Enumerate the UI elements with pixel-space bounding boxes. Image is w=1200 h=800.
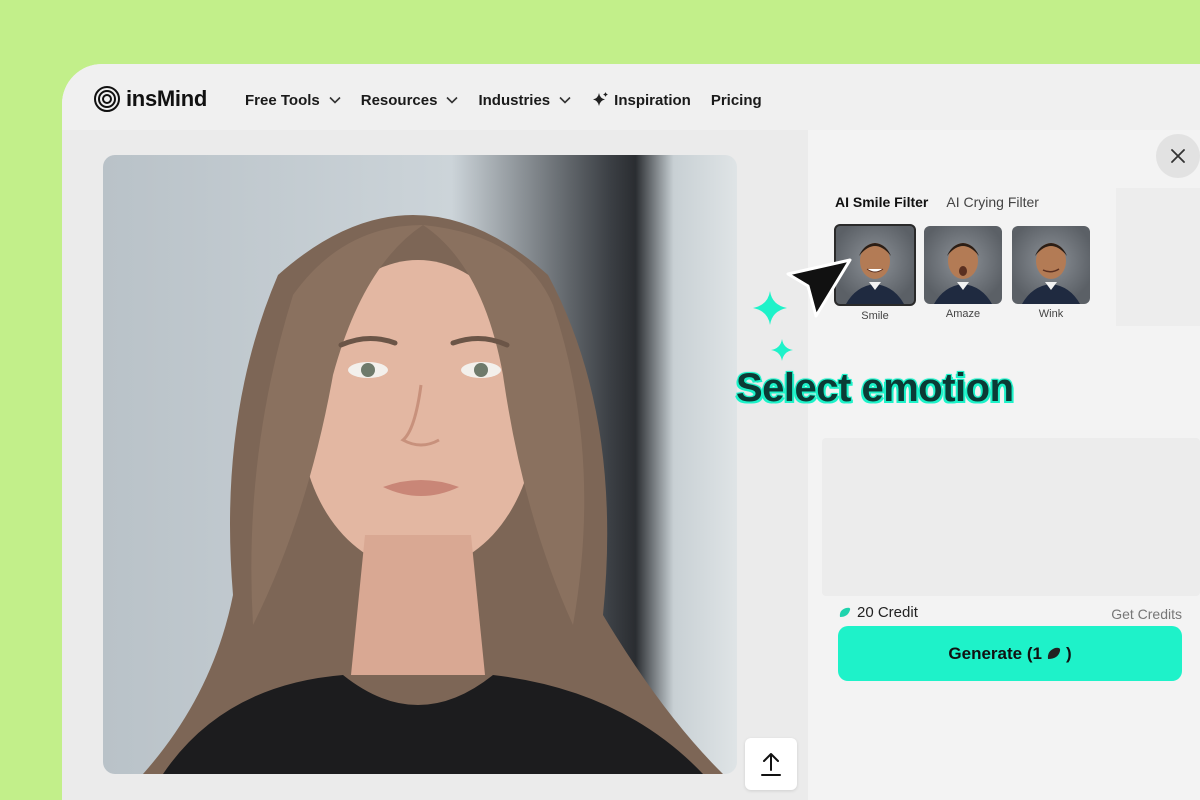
- sparkle-icon: [753, 291, 787, 325]
- emotion-label-amaze: Amaze: [945, 308, 981, 320]
- logo-mark-icon: [94, 86, 120, 112]
- credit-icon: [1047, 647, 1061, 659]
- generate-button[interactable]: Generate (1 ): [838, 626, 1182, 681]
- nav-industries[interactable]: Industries: [478, 92, 571, 109]
- logo-text: insMind: [126, 86, 208, 111]
- emotion-label-wink: Wink: [1038, 308, 1064, 320]
- panel-background-box: [1116, 188, 1200, 326]
- emotion-option-wink[interactable]: Wink: [1011, 226, 1091, 322]
- emotion-label-smile: Smile: [861, 310, 889, 322]
- emotion-thumbnail-image: [924, 226, 1002, 304]
- nav-free-tools-label: Free Tools: [245, 91, 320, 109]
- filter-side-panel: AI Smile Filter AI Crying Filter Smile A…: [808, 130, 1200, 800]
- generate-label: Generate (1: [948, 643, 1042, 663]
- filter-tabs: AI Smile Filter AI Crying Filter: [835, 194, 1039, 210]
- sparkle-icon: [771, 339, 793, 361]
- nav-free-tools[interactable]: Free Tools: [245, 92, 341, 109]
- credit-icon: [839, 607, 851, 617]
- nav-industries-label: Industries: [478, 91, 551, 109]
- portrait-illustration: [143, 215, 723, 774]
- logo[interactable]: insMind: [94, 86, 207, 112]
- emotion-thumbnail-image: [1012, 226, 1090, 304]
- select-emotion-caption: Select emotion: [736, 366, 1014, 410]
- close-icon: [1171, 149, 1185, 163]
- generate-label-suffix: ): [1065, 643, 1072, 663]
- nav-inspiration[interactable]: Inspiration: [591, 91, 691, 109]
- nav-pricing[interactable]: Pricing: [711, 92, 762, 109]
- nav-pricing-label: Pricing: [710, 91, 762, 109]
- nav-resources[interactable]: Resources: [361, 92, 459, 109]
- sparkle-icon: [593, 92, 609, 106]
- close-button[interactable]: [1156, 134, 1200, 178]
- top-nav-bar: insMind Free Tools Resources Industries …: [62, 64, 1200, 134]
- upload-button[interactable]: [745, 738, 797, 790]
- chevron-down-icon: [559, 96, 571, 104]
- credit-balance: 20 Credit: [838, 604, 918, 621]
- tab-ai-smile-filter[interactable]: AI Smile Filter: [835, 194, 928, 210]
- tab-ai-crying-filter[interactable]: AI Crying Filter: [946, 194, 1039, 210]
- chevron-down-icon: [329, 96, 341, 104]
- emotion-thumbnails: Smile Amaze Wink: [834, 224, 1091, 322]
- uploaded-portrait-photo: [103, 155, 737, 774]
- get-credits-link[interactable]: Get Credits: [1111, 606, 1182, 622]
- cursor-arrow-icon: [786, 258, 852, 318]
- upload-icon: [761, 753, 781, 776]
- options-area: [822, 438, 1200, 596]
- main-nav: Free Tools Resources Industries Inspirat…: [245, 91, 782, 109]
- emotion-option-amaze[interactable]: Amaze: [923, 226, 1003, 322]
- app-window: insMind Free Tools Resources Industries …: [62, 64, 1200, 800]
- chevron-down-icon: [446, 96, 459, 104]
- credit-text: 20 Credit: [857, 604, 918, 621]
- editor-canvas: [62, 130, 808, 800]
- nav-inspiration-label: Inspiration: [614, 91, 691, 109]
- nav-resources-label: Resources: [360, 91, 438, 109]
